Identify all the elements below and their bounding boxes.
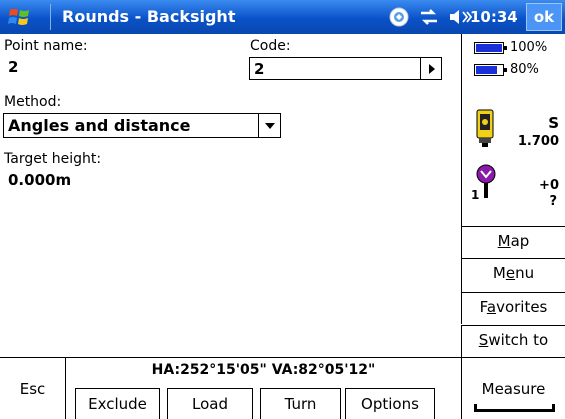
windows-logo-icon[interactable] — [8, 6, 32, 28]
map-button[interactable]: Map — [461, 226, 565, 256]
target-number: 1 — [471, 188, 480, 202]
measure-button[interactable]: Measure — [461, 358, 565, 419]
instrument-height: 1.700 — [517, 134, 559, 149]
map-label-post: ap — [510, 232, 530, 250]
favorites-hotkey: a — [486, 298, 497, 316]
menu-button[interactable]: Menu — [461, 258, 565, 288]
esc-button[interactable]: Esc — [0, 358, 66, 419]
target-height-field[interactable]: 0.000m — [8, 171, 71, 189]
map-hotkey: M — [497, 232, 511, 250]
options-button[interactable]: Options — [345, 388, 435, 419]
method-label: Method: — [4, 94, 62, 110]
measure-label: Measure — [481, 380, 546, 398]
connectivity-icon[interactable] — [418, 7, 440, 27]
angle-readout: HA:252°15'05" VA:82°05'12" — [151, 362, 376, 378]
switch-label-post: witch to — [488, 331, 549, 349]
status-icons — [388, 6, 472, 28]
method-dropdown-button[interactable] — [258, 114, 280, 137]
load-button[interactable]: Load — [167, 388, 253, 419]
code-label: Code: — [250, 38, 291, 54]
instrument-face: S — [548, 114, 559, 132]
switch-hotkey: S — [478, 331, 489, 349]
exclude-button[interactable]: Exclude — [75, 388, 160, 419]
method-value: Angles and distance — [8, 116, 191, 135]
favorites-label-post: vorites — [496, 298, 548, 316]
point-name-field[interactable]: 2 — [8, 58, 18, 76]
target-status: ? — [549, 194, 557, 209]
bottom-bar: Esc HA:252°15'05" VA:82°05'12" Exclude L… — [0, 357, 565, 419]
point-name-label: Point name: — [4, 38, 88, 54]
code-field[interactable]: 2 — [249, 57, 442, 80]
measure-underline — [474, 404, 555, 412]
battery-2-percent: 80% — [510, 62, 539, 77]
battery-1-percent: 100% — [510, 40, 548, 55]
method-dropdown[interactable]: Angles and distance — [3, 113, 281, 138]
title-bar: Rounds - Backsight 10:34 ok — [0, 0, 565, 34]
menu-label-post: nu — [515, 264, 535, 282]
code-list-button[interactable] — [420, 58, 442, 79]
gps-icon[interactable] — [388, 6, 410, 28]
menu-hotkey: e — [505, 264, 516, 282]
battery-1-icon — [474, 41, 507, 54]
target-offset: +0 — [539, 178, 559, 193]
battery-2-icon — [474, 63, 507, 76]
clock[interactable]: 10:34 — [470, 8, 518, 26]
target-height-label: Target height: — [4, 151, 102, 167]
code-value[interactable]: 2 — [254, 60, 264, 78]
menu-label-pre: M — [492, 264, 506, 282]
favorites-label-pre: F — [479, 298, 487, 316]
right-arrow-icon — [428, 63, 435, 74]
turn-button[interactable]: Turn — [260, 388, 341, 419]
battery-2[interactable]: 80% — [474, 62, 539, 77]
battery-1[interactable]: 100% — [474, 40, 547, 55]
instrument-icon[interactable] — [474, 108, 496, 148]
dropdown-arrow-icon — [264, 122, 275, 129]
title-separator — [50, 4, 51, 30]
favorites-button[interactable]: Favorites — [461, 292, 565, 322]
window-title: Rounds - Backsight — [62, 7, 236, 26]
switch-to-button[interactable]: Switch to — [461, 325, 565, 357]
speaker-icon[interactable] — [448, 7, 472, 27]
ok-button[interactable]: ok — [526, 3, 562, 31]
